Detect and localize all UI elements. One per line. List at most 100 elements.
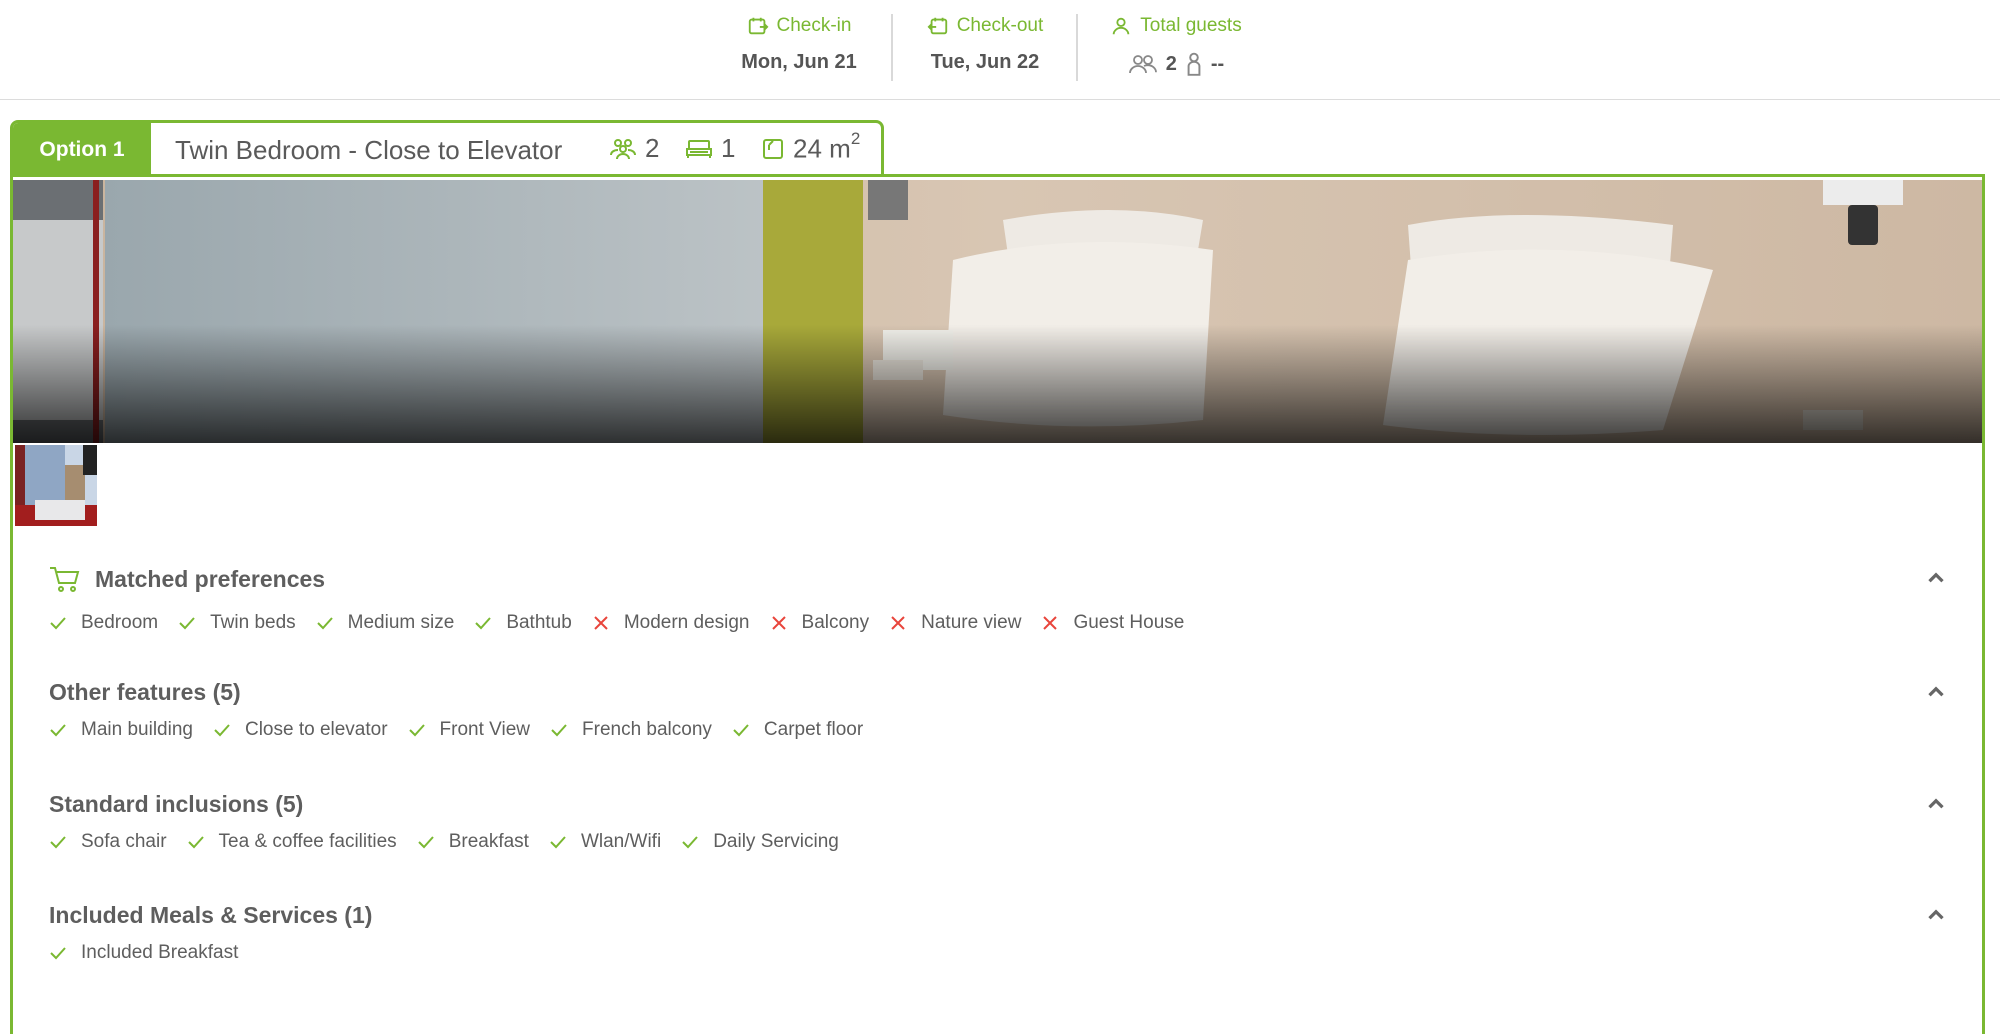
checkout-date: Tue, Jun 22 bbox=[930, 51, 1040, 73]
feature-label: Modern design bbox=[623, 612, 750, 633]
booking-header: Check-in Mon, Jun 21 Check-out Tue, Jun … bbox=[0, 0, 2000, 100]
feature-item: Front View bbox=[408, 719, 530, 741]
check-icon bbox=[316, 617, 333, 630]
feature-item: Breakfast bbox=[417, 831, 529, 853]
feature-item: Balcony bbox=[770, 612, 870, 634]
section-title: Matched preferences bbox=[95, 565, 326, 592]
check-icon bbox=[682, 836, 698, 849]
person-icon bbox=[1113, 17, 1130, 35]
calendar-checkout-icon bbox=[927, 17, 947, 35]
room-guests: 2 bbox=[609, 133, 659, 164]
section-header[interactable]: Matched preferences bbox=[49, 565, 325, 593]
check-icon bbox=[733, 724, 749, 737]
chip-list: Sofa chair Tea & coffee facilities Breakfa… bbox=[49, 831, 859, 853]
bed-icon bbox=[686, 139, 712, 158]
room-beds-count: 1 bbox=[721, 133, 736, 163]
check-icon bbox=[187, 836, 204, 849]
child-icon bbox=[1187, 52, 1201, 76]
room-title: Twin Bedroom - Close to Elevator bbox=[175, 135, 563, 165]
cross-icon bbox=[891, 616, 905, 630]
feature-label: Wlan/Wifi bbox=[580, 831, 662, 852]
section-header[interactable]: Other features (5) bbox=[49, 679, 241, 706]
check-icon bbox=[550, 836, 566, 849]
feature-label: Close to elevator bbox=[244, 719, 388, 740]
feature-label: Breakfast bbox=[448, 831, 529, 852]
feature-label: Sofa chair bbox=[81, 831, 167, 852]
feature-item: Bedroom bbox=[49, 612, 158, 634]
feature-item: Close to elevator bbox=[213, 719, 388, 741]
checkout-block[interactable]: Check-out Tue, Jun 22 bbox=[912, 0, 1058, 99]
photo-thumbnail[interactable] bbox=[15, 445, 97, 526]
feature-item: Nature view bbox=[889, 612, 1021, 634]
standard-inclusions-section: Standard inclusions (5) Sofa chair Tea & … bbox=[49, 791, 1949, 871]
option-tab[interactable]: Option 1 Twin Bedroom - Close to Elevato… bbox=[10, 120, 884, 177]
feature-item: Main building bbox=[49, 719, 193, 741]
room-beds: 1 bbox=[685, 133, 735, 164]
feature-label: Guest House bbox=[1073, 612, 1185, 633]
chip-list: Included Breakfast bbox=[49, 942, 258, 964]
checkin-label: Check-in bbox=[776, 15, 852, 36]
section-header[interactable]: Standard inclusions (5) bbox=[49, 791, 303, 818]
chevron-up-icon[interactable] bbox=[1923, 679, 1949, 705]
chevron-up-icon[interactable] bbox=[1923, 565, 1949, 591]
section-title: Standard inclusions (5) bbox=[49, 791, 304, 817]
floor-area-icon bbox=[763, 138, 783, 159]
check-icon bbox=[50, 947, 66, 960]
matched-preferences-section: Matched preferences Bedroom Twin beds Medi… bbox=[49, 565, 1949, 645]
room-guests-count: 2 bbox=[645, 133, 660, 163]
checkout-label: Check-out bbox=[956, 15, 1044, 36]
cross-icon bbox=[771, 616, 786, 630]
feature-label: French balcony bbox=[582, 719, 712, 740]
feature-item: Medium size bbox=[316, 612, 454, 634]
feature-label: Included Breakfast bbox=[81, 942, 239, 963]
section-title: Other features (5) bbox=[49, 679, 241, 705]
room-size: 24 m2 bbox=[761, 129, 860, 165]
check-icon bbox=[50, 617, 66, 630]
check-icon bbox=[179, 617, 195, 630]
chevron-up-icon[interactable] bbox=[1923, 902, 1949, 928]
checkin-block[interactable]: Check-in Mon, Jun 21 bbox=[728, 0, 870, 99]
feature-label: Bathtub bbox=[506, 612, 572, 633]
feature-label: Twin beds bbox=[210, 612, 296, 633]
feature-item: Daily Servicing bbox=[681, 831, 839, 853]
chip-list: Main building Close to elevator Front View… bbox=[49, 719, 883, 741]
included-meals-section: Included Meals & Services (1) Included B… bbox=[49, 902, 1949, 982]
check-icon bbox=[551, 724, 567, 737]
checkin-date: Mon, Jun 21 bbox=[741, 51, 857, 73]
cross-icon bbox=[1043, 616, 1058, 630]
feature-item: Included Breakfast bbox=[49, 942, 238, 964]
check-icon bbox=[214, 724, 230, 737]
feature-item: Tea & coffee facilities bbox=[187, 831, 397, 853]
feature-item: Bathtub bbox=[474, 612, 572, 634]
feature-label: Bedroom bbox=[81, 612, 159, 633]
feature-item: Modern design bbox=[592, 612, 750, 634]
feature-label: Daily Servicing bbox=[713, 831, 839, 852]
check-icon bbox=[417, 836, 434, 849]
room-photo[interactable] bbox=[13, 180, 1982, 443]
feature-item: French balcony bbox=[550, 719, 712, 741]
feature-label: Main building bbox=[81, 719, 193, 740]
other-features-section: Other features (5) Main building Close to… bbox=[49, 679, 1949, 759]
guests-block[interactable]: Total guests 2 -- bbox=[1100, 0, 1252, 99]
adults-icon bbox=[1128, 55, 1157, 74]
chip-list: Bedroom Twin beds Medium size Bathtub Modern… bbox=[49, 612, 1204, 634]
guests-label: Total guests bbox=[1140, 15, 1242, 36]
feature-item: Guest House bbox=[1041, 612, 1184, 634]
feature-label: Carpet floor bbox=[763, 719, 864, 740]
check-icon bbox=[408, 724, 425, 737]
check-icon bbox=[475, 617, 492, 630]
cart-icon bbox=[50, 567, 80, 592]
feature-item: Carpet floor bbox=[732, 719, 863, 741]
feature-item: Twin beds bbox=[178, 612, 296, 634]
room-size-value: 24 m bbox=[793, 133, 851, 164]
feature-item: Sofa chair bbox=[49, 831, 167, 853]
feature-label: Front View bbox=[439, 719, 531, 740]
feature-label: Nature view bbox=[921, 612, 1022, 633]
children-count: -- bbox=[1210, 52, 1225, 75]
section-header[interactable]: Included Meals & Services (1) bbox=[49, 902, 372, 929]
option-badge: Option 1 bbox=[13, 123, 151, 177]
chevron-up-icon[interactable] bbox=[1923, 791, 1949, 817]
section-title: Included Meals & Services (1) bbox=[49, 902, 373, 928]
room-size-unit-exp: 2 bbox=[850, 129, 861, 148]
feature-label: Balcony bbox=[801, 612, 870, 633]
